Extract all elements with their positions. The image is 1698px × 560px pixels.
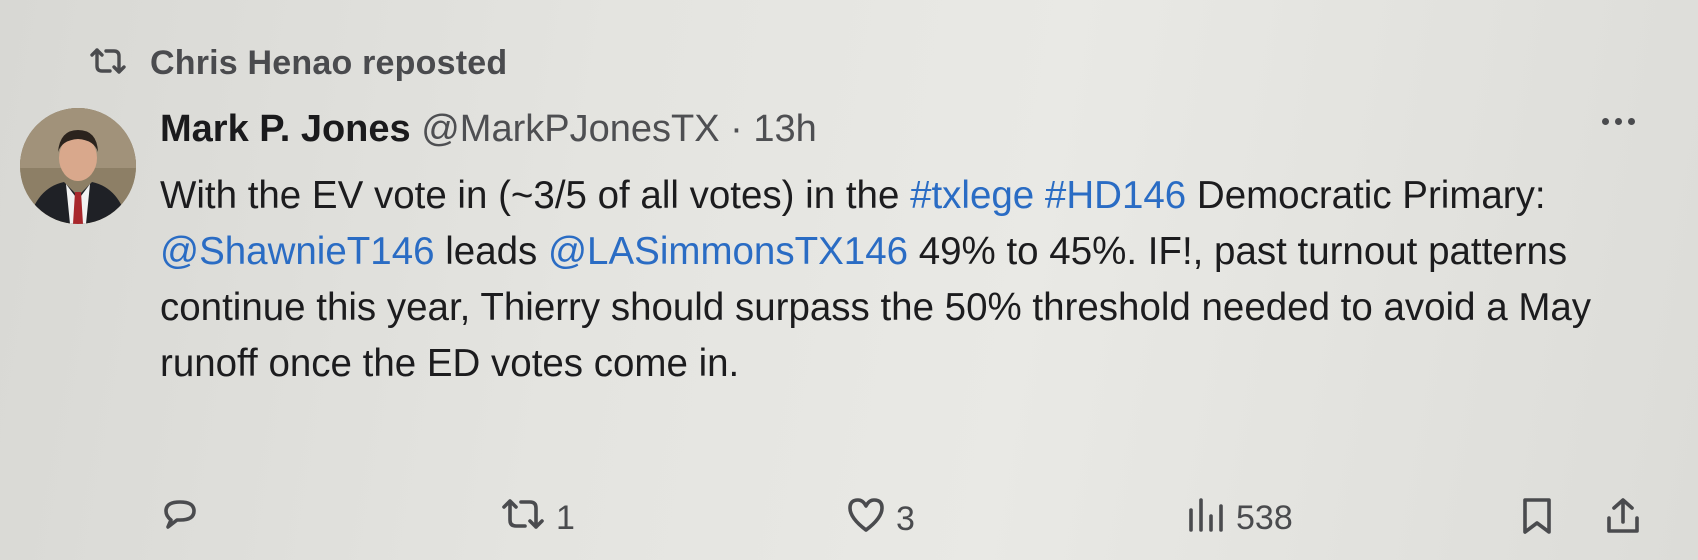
repost-indicator[interactable]: Chris Henao reposted [88,44,507,83]
text-segment: leads [434,230,548,273]
tweet-paragraph: @ShawnieT146 leads @LASimmonsTX146 49% t… [160,224,1660,392]
like-count: 3 [896,500,915,538]
text-segment: Democratic Primary: [1186,174,1546,217]
avatar[interactable] [20,108,136,224]
tweet-card[interactable]: Chris Henao reposted Mark P. Jones @Mark… [0,0,1698,560]
tweet-text: With the EV vote in (~3/5 of all votes) … [160,168,1660,392]
author-handle[interactable]: @MarkPJonesTX [421,108,719,150]
share-icon [1604,496,1642,545]
bookmark-button[interactable] [1520,496,1554,545]
tweet-paragraph: With the EV vote in (~3/5 of all votes) … [160,168,1660,224]
views-icon [1186,496,1226,541]
repost-button[interactable]: 1 [500,496,575,541]
repost-label[interactable]: Chris Henao reposted [150,44,507,83]
mention-lasimmonstx146[interactable]: @LASimmonsTX146 [548,230,908,273]
timestamp[interactable]: 13h [753,108,816,150]
text-segment: With the EV vote in (~3/5 of all votes) … [160,174,911,217]
views-count: 538 [1236,499,1293,537]
share-button[interactable] [1604,496,1642,545]
repost-icon [88,46,128,81]
reply-icon [160,496,200,545]
more-options-icon[interactable] [1602,118,1635,125]
reply-button[interactable] [160,496,210,545]
text-segment [1034,174,1045,217]
author-name[interactable]: Mark P. Jones [160,108,411,150]
hashtag-hd146[interactable]: #HD146 [1045,174,1186,217]
tweet-header: Mark P. Jones @MarkPJonesTX · 13h [160,108,817,151]
heart-icon [846,496,886,543]
mention-shawniet146[interactable]: @ShawnieT146 [160,230,435,273]
repost-count: 1 [556,499,575,537]
bookmark-icon [1520,496,1554,545]
views-button[interactable]: 538 [1186,496,1293,541]
action-bar: 1 3 538 [0,496,1698,546]
separator-dot: · [730,108,743,150]
repost-icon [500,496,546,541]
hashtag-txlege[interactable]: #txlege [910,174,1034,217]
like-button[interactable]: 3 [846,496,915,543]
